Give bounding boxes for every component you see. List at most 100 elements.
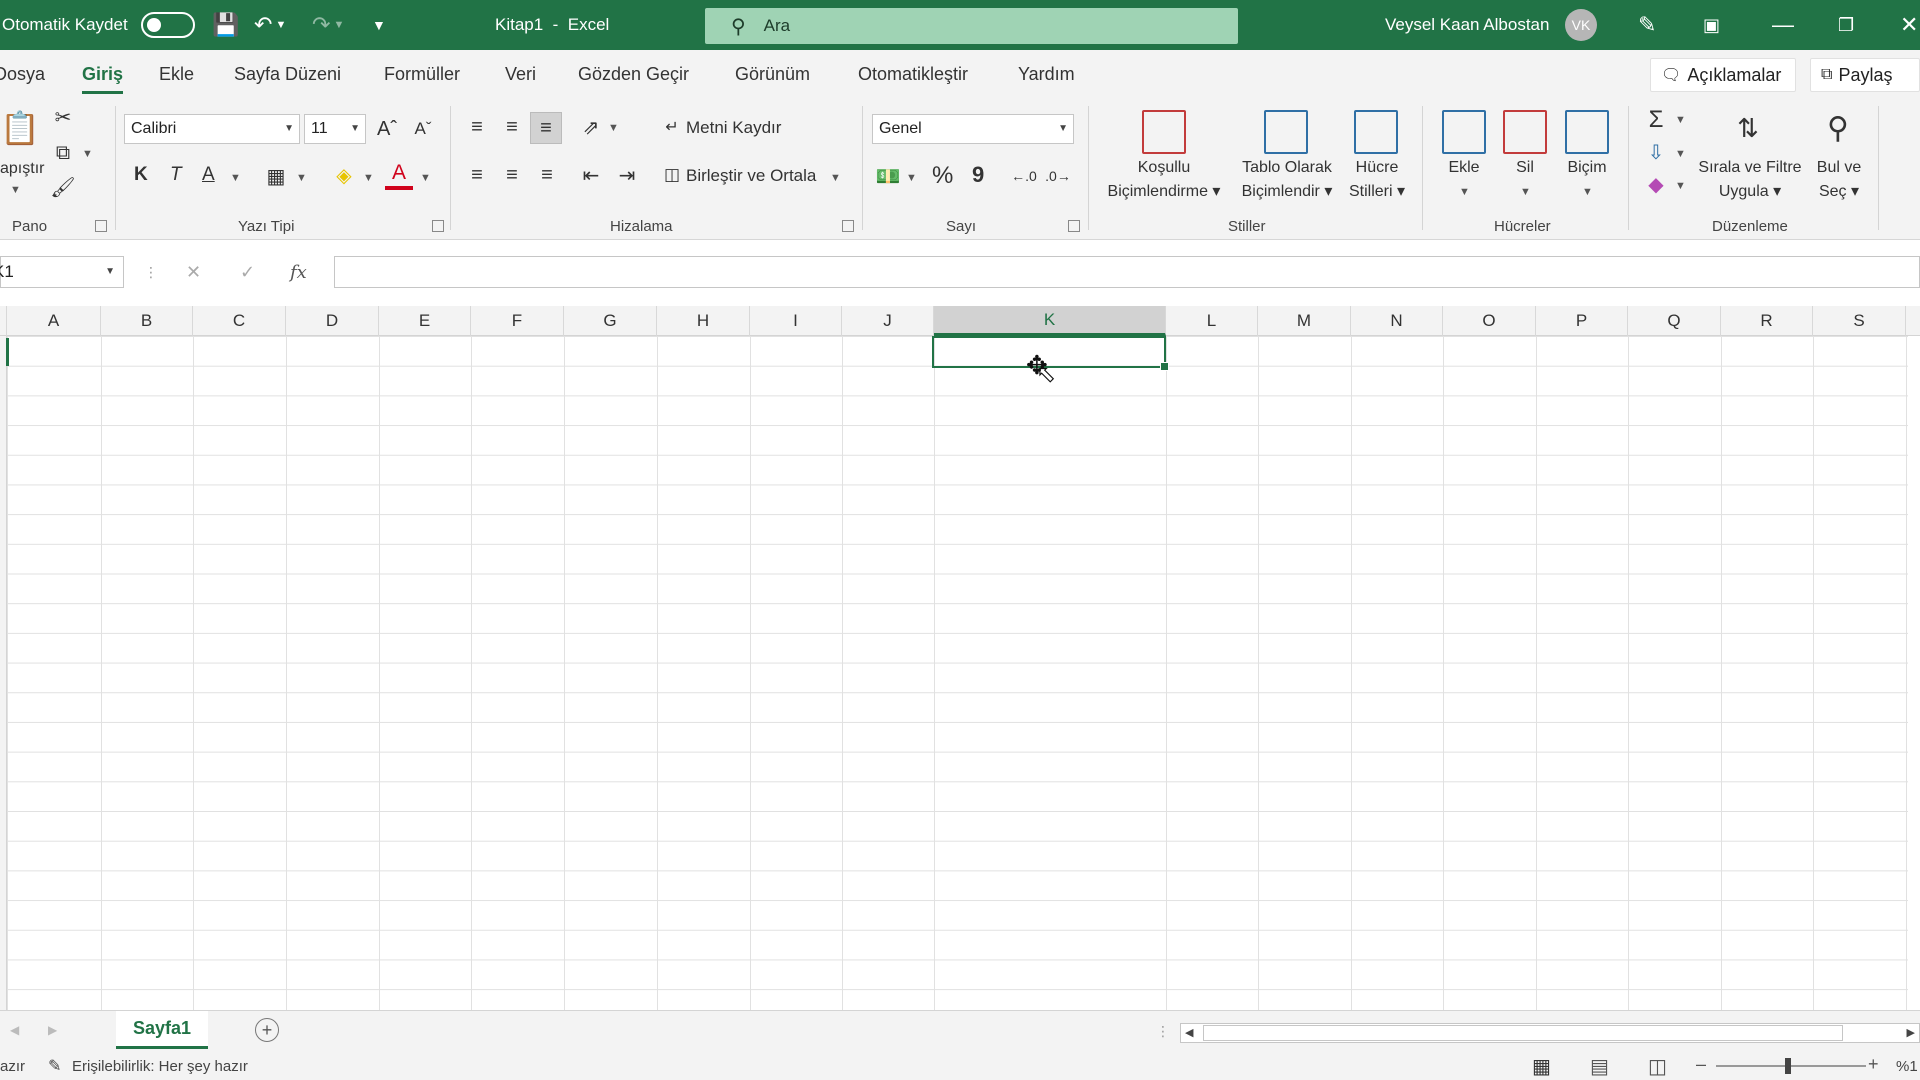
- zoom-level[interactable]: %1: [1896, 1058, 1918, 1075]
- column-header-g[interactable]: G: [564, 306, 657, 336]
- cancel-icon[interactable]: ✕: [186, 262, 201, 283]
- merge-dropdown-icon[interactable]: ▼: [830, 172, 841, 184]
- tab-veri[interactable]: Veri: [505, 64, 536, 85]
- comments-button[interactable]: 🗨 Açıklamalar: [1650, 58, 1796, 92]
- paste-icon[interactable]: 📋: [0, 104, 40, 152]
- find-select-button[interactable]: Bul ve Seç ▾: [1810, 156, 1868, 204]
- normal-view-icon[interactable]: ▦: [1532, 1054, 1551, 1079]
- column-header-l[interactable]: L: [1166, 306, 1258, 336]
- cell-styles-button[interactable]: Hücre Stilleri ▾: [1344, 156, 1410, 204]
- enter-icon[interactable]: ✓: [240, 262, 255, 283]
- minimize-icon[interactable]: —: [1772, 12, 1794, 38]
- customize-toolbar-icon[interactable]: ▼: [372, 17, 386, 33]
- underline-button[interactable]: A: [202, 164, 215, 186]
- avatar[interactable]: VK: [1565, 9, 1597, 41]
- comma-style-button[interactable]: 9: [972, 162, 984, 188]
- column-header-d[interactable]: D: [286, 306, 379, 336]
- clear-icon[interactable]: ◆: [1642, 170, 1670, 198]
- align-left-icon[interactable]: ≡: [462, 160, 492, 190]
- user-name[interactable]: Veysel Kaan Albostan: [1385, 15, 1549, 35]
- paste-dropdown-icon[interactable]: ▼: [10, 184, 21, 196]
- zoom-slider-thumb[interactable]: [1785, 1058, 1791, 1074]
- scroll-left-icon[interactable]: ◀: [1185, 1026, 1193, 1039]
- insert-cells-button[interactable]: Ekle: [1442, 156, 1486, 180]
- format-dropdown-icon[interactable]: ▼: [1582, 186, 1593, 198]
- undo-icon[interactable]: ↶: [254, 12, 272, 38]
- format-painter-icon[interactable]: 🖌: [50, 174, 76, 200]
- scroll-sheets-left-icon[interactable]: ◀: [10, 1023, 19, 1037]
- insert-cells-icon[interactable]: [1442, 110, 1486, 154]
- column-header-m[interactable]: M: [1258, 306, 1351, 336]
- font-name-dropdown[interactable]: Calibri ▼: [124, 114, 300, 144]
- bold-button[interactable]: K: [134, 164, 148, 186]
- tab-gozden-gecir[interactable]: Gözden Geçir: [578, 64, 689, 85]
- column-header-b[interactable]: B: [101, 306, 193, 336]
- horizontal-scrollbar[interactable]: ◀ ▶: [1180, 1023, 1920, 1043]
- sort-filter-icon[interactable]: ⇅: [1724, 106, 1772, 150]
- copy-icon[interactable]: ⧉: [50, 140, 76, 166]
- accounting-format-icon[interactable]: 💵: [874, 162, 902, 190]
- sheet-tab-sayfa1[interactable]: Sayfa1: [116, 1011, 208, 1049]
- align-right-icon[interactable]: ≡: [532, 160, 562, 190]
- wrap-text-button[interactable]: Metni Kaydır: [686, 118, 781, 138]
- conditional-formatting-icon[interactable]: [1142, 110, 1186, 154]
- column-header-k[interactable]: K: [934, 306, 1166, 336]
- save-icon[interactable]: 💾: [212, 12, 239, 38]
- scroll-sheets-right-icon[interactable]: ▶: [48, 1023, 57, 1037]
- column-header-h[interactable]: H: [657, 306, 750, 336]
- column-header-f[interactable]: F: [471, 306, 564, 336]
- borders-dropdown-icon[interactable]: ▼: [296, 172, 307, 184]
- tab-yardim[interactable]: Yardım: [1018, 64, 1075, 85]
- sort-filter-button[interactable]: Sırala ve Filtre Uygula ▾: [1694, 156, 1806, 204]
- tab-ekle[interactable]: Ekle: [159, 64, 194, 85]
- column-header-p[interactable]: P: [1536, 306, 1628, 336]
- sheet-splitter-icon[interactable]: ⋮: [1156, 1023, 1170, 1040]
- autosum-dropdown-icon[interactable]: ▼: [1675, 114, 1686, 126]
- zoom-slider[interactable]: [1716, 1058, 1866, 1074]
- autosave-toggle[interactable]: [141, 12, 195, 38]
- ribbon-display-icon[interactable]: ▣: [1703, 15, 1720, 36]
- borders-icon[interactable]: ▦: [262, 162, 290, 190]
- page-layout-view-icon[interactable]: ▤: [1590, 1054, 1609, 1079]
- column-header-o[interactable]: O: [1443, 306, 1536, 336]
- align-top-icon[interactable]: ≡: [462, 112, 492, 142]
- autosum-icon[interactable]: Σ: [1642, 106, 1670, 134]
- underline-dropdown-icon[interactable]: ▼: [230, 172, 241, 184]
- insert-function-icon[interactable]: fx: [290, 262, 307, 283]
- grow-font-icon[interactable]: Aˆ: [372, 114, 402, 144]
- column-header-q[interactable]: Q: [1628, 306, 1721, 336]
- tab-sayfa-duzeni[interactable]: Sayfa Düzeni: [234, 64, 341, 85]
- tab-gorunum[interactable]: Görünüm: [735, 64, 810, 85]
- redo-icon[interactable]: ↷: [312, 12, 330, 38]
- pen-icon[interactable]: ✎: [1638, 12, 1656, 38]
- decrease-decimal-icon[interactable]: .0→: [1044, 162, 1072, 190]
- column-header-e[interactable]: E: [379, 306, 471, 336]
- zoom-in-icon[interactable]: +: [1868, 1054, 1879, 1075]
- font-launcher-icon[interactable]: [432, 220, 444, 232]
- number-format-dropdown[interactable]: Genel ▼: [872, 114, 1074, 144]
- percent-style-button[interactable]: %: [932, 162, 953, 190]
- redo-dropdown-icon[interactable]: ▼: [333, 19, 344, 31]
- share-button[interactable]: ⧉ Paylaş: [1810, 58, 1920, 92]
- tab-dosya[interactable]: Dosya: [0, 64, 45, 85]
- number-launcher-icon[interactable]: [1068, 220, 1080, 232]
- column-header-r[interactable]: R: [1721, 306, 1813, 336]
- find-select-icon[interactable]: ⚲: [1816, 106, 1860, 150]
- delete-cells-button[interactable]: Sil: [1503, 156, 1547, 180]
- font-size-dropdown[interactable]: 11 ▼: [304, 114, 366, 144]
- clipboard-launcher-icon[interactable]: [95, 220, 107, 232]
- increase-indent-icon[interactable]: ⇥: [612, 160, 642, 190]
- shrink-font-icon[interactable]: Aˇ: [408, 114, 438, 144]
- column-header-s[interactable]: S: [1813, 306, 1906, 336]
- cut-icon[interactable]: ✂: [50, 104, 76, 130]
- orientation-icon[interactable]: ⇗: [576, 112, 606, 142]
- formula-input[interactable]: [334, 256, 1920, 288]
- copy-dropdown-icon[interactable]: ▼: [82, 148, 93, 160]
- tab-otomatiklestir[interactable]: Otomatikleştir: [858, 64, 968, 85]
- accessibility-icon[interactable]: ✎: [48, 1056, 61, 1076]
- column-header-i[interactable]: I: [750, 306, 842, 336]
- zoom-out-icon[interactable]: –: [1696, 1054, 1706, 1075]
- italic-button[interactable]: T: [170, 164, 182, 186]
- select-all-corner[interactable]: [0, 306, 7, 336]
- restore-icon[interactable]: ❐: [1838, 15, 1854, 36]
